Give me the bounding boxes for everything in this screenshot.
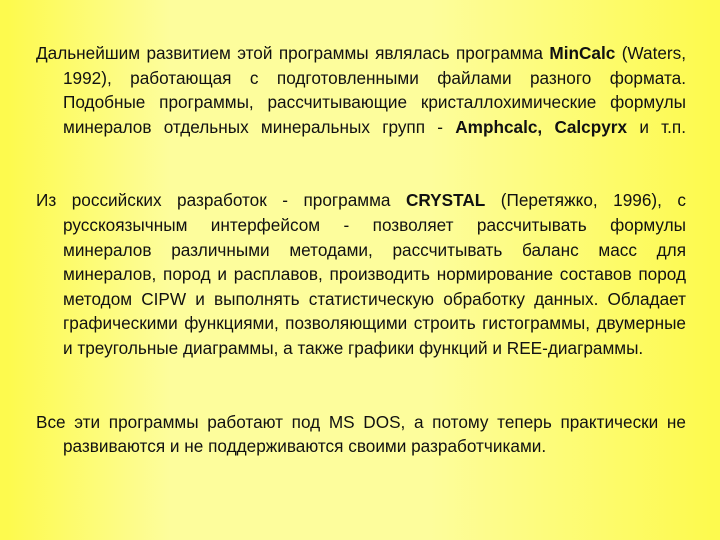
- text-run: и т.п.: [627, 116, 686, 137]
- text-run: Из российских разработок - программа: [36, 190, 406, 211]
- emphasis-term: CRYSTAL: [406, 190, 486, 211]
- slide-canvas: Дальнейшим развитием этой программы явля…: [0, 0, 720, 540]
- slide-body-text: Дальнейшим развитием этой программы явля…: [36, 41, 686, 459]
- paragraph-mincalc: Дальнейшим развитием этой программы явля…: [36, 41, 686, 139]
- emphasis-term: Amphcalc, Calcpyrx: [455, 116, 628, 137]
- paragraph-crystal: Из российских разработок - программа CRY…: [36, 188, 686, 360]
- emphasis-term: MinCalc: [549, 43, 616, 63]
- text-run: (Перетяжко, 1996), с русскоязычным интер…: [63, 190, 686, 358]
- paragraph-msdos: Все эти программы работают под MS DOS, а…: [36, 410, 686, 459]
- text-run: Дальнейшим развитием этой программы явля…: [36, 43, 550, 63]
- text-run: Все эти программы работают под MS DOS, а…: [36, 411, 686, 457]
